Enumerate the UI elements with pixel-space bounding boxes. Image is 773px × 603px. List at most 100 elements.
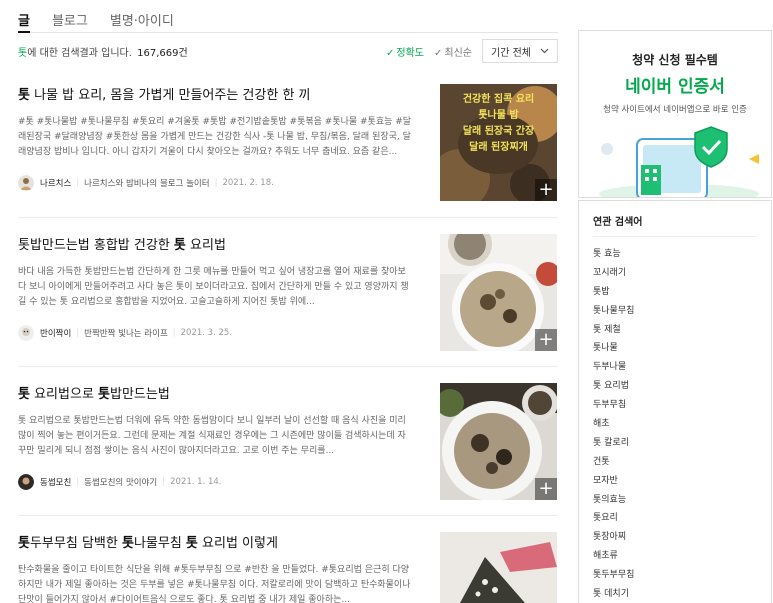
meta-separator: |	[214, 178, 218, 188]
ad-headline: 네이버 인증서	[625, 77, 725, 97]
check-icon: ✓	[434, 47, 443, 59]
title-text: 나물 밥 요리, 몸을 가볍게 만들어주는 건강한 한 끼	[29, 88, 311, 103]
related-item[interactable]: 두부나물	[593, 358, 757, 377]
related-heading: 연관 검색어	[593, 213, 757, 237]
related-searches: 연관 검색어 톳 효능 꼬시래기 톳밥 톳나물무침 톳 제철 톳나물 두부나물 …	[578, 200, 772, 603]
author-name[interactable]: 나르치스	[40, 177, 71, 189]
meta-separator: |	[76, 178, 80, 188]
result-count: 167,669건	[137, 47, 188, 59]
related-item[interactable]: 톳 칼로리	[593, 434, 757, 453]
ad-subtext: 청약 사이트에서 네이버앱으로 바로 인증	[603, 105, 747, 115]
post-item-2: 톳밥만드는법 홍합밥 건강한 톳 요리법 바다 내음 가득한 톳밥만드는법 간단…	[18, 234, 558, 351]
post-title[interactable]: 톳 나물 밥 요리, 몸을 가볍게 만들어주는 건강한 한 끼	[18, 84, 418, 103]
related-item[interactable]: 톳 효능	[593, 245, 757, 264]
title-keyword: 톳	[173, 238, 186, 253]
tab-posts[interactable]: 글	[18, 0, 30, 33]
related-item[interactable]: 톳 데치기	[593, 585, 757, 603]
post-thumbnail[interactable]: +	[440, 234, 557, 351]
divider	[18, 366, 558, 367]
divider	[18, 515, 558, 516]
tab-blog[interactable]: 블로그	[52, 0, 88, 33]
blog-name[interactable]: 나르치스와 밥비나의 블로그 놀이터	[84, 177, 209, 189]
period-dropdown[interactable]: 기간 전체	[482, 39, 558, 63]
related-item[interactable]: 톳밥	[593, 283, 757, 302]
sort-latest[interactable]: ✓ 최신순	[434, 44, 472, 59]
result-count-text: 톳에 대한 검색결과 입니다. 167,669건	[18, 44, 188, 59]
post-date: 2021. 3. 25.	[180, 328, 233, 338]
avatar[interactable]	[18, 175, 34, 191]
ad-illustration	[599, 126, 759, 197]
post-snippet[interactable]: 바다 내음 가득한 톳밥만드는법 간단하게 한 그릇 메뉴를 만들어 먹고 싶어…	[18, 265, 414, 310]
blog-name[interactable]: 동썹모친의 맛이야기	[84, 476, 157, 488]
related-item[interactable]: 해초	[593, 415, 757, 434]
add-icon[interactable]: +	[535, 329, 557, 351]
post-thumbnail[interactable]	[440, 532, 557, 603]
period-label: 기간 전체	[491, 47, 531, 59]
related-item[interactable]: 두부무침	[593, 396, 757, 415]
author-name[interactable]: 동썹모친	[40, 476, 71, 488]
post-snippet[interactable]: 톳 요리법으로 톳밥만드는법 더워에 유독 약한 동썹맘이다 보니 일부러 날이…	[18, 414, 414, 459]
post-date: 2021. 1. 14.	[170, 477, 222, 487]
post-title[interactable]: 톳두부무침 담백한 톳나물무침 톳 요리법 이렇게	[18, 532, 418, 551]
title-text: 요리법 이렇게	[197, 536, 278, 551]
thumbnail-caption: 건강한 집콕 요리 톳나물 밥 달래 된장국 간장 달래 된장찌개	[462, 94, 535, 153]
result-keyword: 톳	[18, 47, 28, 59]
post-snippet[interactable]: 탄수화물을 줄이고 타이트한 식단을 위해 #톳두부무침 으로 #반찬 을 만들…	[18, 563, 414, 603]
meta-separator: |	[76, 328, 80, 338]
related-item[interactable]: 톳 요리법	[593, 377, 757, 396]
title-text: 요리법	[185, 238, 226, 253]
related-item[interactable]: 톳 제철	[593, 321, 757, 340]
title-keyword: 톳	[121, 536, 134, 551]
blog-name[interactable]: 반짝반짝 빛나는 라이프	[84, 327, 168, 339]
title-keyword: 톳	[98, 387, 111, 402]
related-item[interactable]: 꼬시래기	[593, 264, 757, 283]
related-item[interactable]: 건톳	[593, 453, 757, 472]
meta-separator: |	[76, 477, 80, 487]
result-bar: 톳에 대한 검색결과 입니다. 167,669건 ✓ 정확도 ✓ 최신순 기간 전체	[18, 38, 558, 64]
related-item[interactable]: 톳나물	[593, 339, 757, 358]
ad-banner[interactable]: 청약 신청 필수템 네이버 인증서 청약 사이트에서 네이버앱으로 바로 인증	[578, 30, 772, 198]
title-text: 톳밥만드는법 홍합밥 건강한	[18, 238, 174, 253]
title-text: 나물무침	[133, 536, 186, 551]
title-keyword: 톳	[185, 536, 198, 551]
thumbnail-image	[440, 532, 557, 603]
add-icon[interactable]: +	[535, 179, 557, 201]
post-title[interactable]: 톳 요리법으로 톳밥만드는법	[18, 383, 418, 402]
post-date: 2021. 2. 18.	[222, 178, 274, 188]
related-item[interactable]: 톳장아찌	[593, 528, 757, 547]
tab-nickname-id[interactable]: 별명·아이디	[110, 0, 174, 33]
related-item[interactable]: 톳두부무침	[593, 566, 757, 585]
post-snippet[interactable]: #톳 #톳나물밥 #톳나물무침 #톳요리 #겨울톳 #톳밥 #전기밥솥톳밥 #톳…	[18, 115, 414, 160]
title-text: 밥만드는법	[110, 387, 170, 402]
post-item-1: 톳 나물 밥 요리, 몸을 가볍게 만들어주는 건강한 한 끼 #톳 #톳나물밥…	[18, 84, 558, 201]
related-item[interactable]: 톳의효능	[593, 491, 757, 510]
related-item[interactable]: 모자반	[593, 472, 757, 491]
divider	[18, 217, 558, 218]
post-item-4: 톳두부무침 담백한 톳나물무침 톳 요리법 이렇게 탄수화물을 줄이고 타이트한…	[18, 532, 558, 603]
title-text: 요리법으로	[29, 387, 99, 402]
meta-separator: |	[162, 477, 166, 487]
sort-options: ✓ 정확도 ✓ 최신순 기간 전체	[386, 39, 558, 63]
title-keyword: 톳	[18, 536, 30, 551]
ad-title: 청약 신청 필수템	[632, 53, 718, 67]
post-thumbnail[interactable]: +	[440, 383, 557, 500]
meta-separator: |	[172, 328, 176, 338]
title-keyword: 톳	[18, 387, 30, 402]
search-tabs: 글 블로그 별명·아이디	[18, 0, 558, 33]
related-item[interactable]: 톳요리	[593, 509, 757, 528]
chevron-down-icon	[540, 48, 549, 54]
title-keyword: 톳	[18, 88, 30, 103]
related-item[interactable]: 해초류	[593, 547, 757, 566]
check-icon: ✓	[386, 47, 395, 59]
post-thumbnail[interactable]: 건강한 집콕 요리 톳나물 밥 달래 된장국 간장 달래 된장찌개 +	[440, 84, 557, 201]
author-name[interactable]: 반이짝이	[40, 327, 71, 339]
avatar[interactable]	[18, 474, 34, 490]
sort-accuracy[interactable]: ✓ 정확도	[386, 44, 424, 59]
add-icon[interactable]: +	[535, 478, 557, 500]
related-item[interactable]: 톳나물무침	[593, 302, 757, 321]
result-summary-text: 에 대한 검색결과 입니다.	[27, 47, 132, 59]
sort-accuracy-label: 정확도	[396, 47, 424, 59]
post-title[interactable]: 톳밥만드는법 홍합밥 건강한 톳 요리법	[18, 234, 418, 253]
avatar[interactable]	[18, 325, 34, 341]
post-item-3: 톳 요리법으로 톳밥만드는법 톳 요리법으로 톳밥만드는법 더워에 유독 약한 …	[18, 383, 558, 500]
